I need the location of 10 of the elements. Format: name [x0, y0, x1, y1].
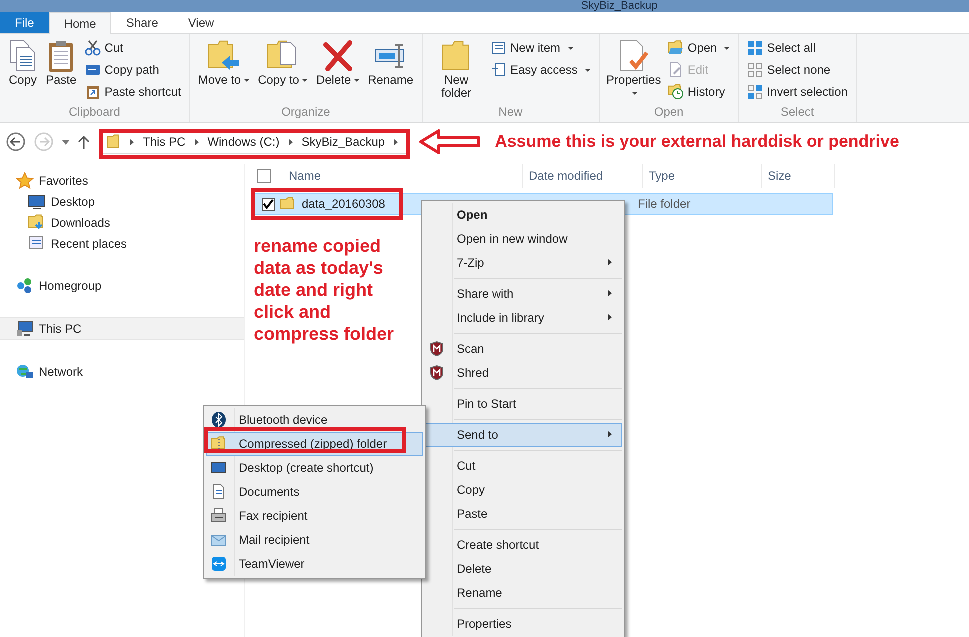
group-label: Organize [280, 105, 332, 121]
group-label: New [498, 105, 524, 121]
annotation-text: Assume this is your external harddisk or pendrive [495, 132, 900, 152]
file-name: data_20160308 [302, 197, 386, 211]
window-title: SkyBiz_Backup [581, 0, 658, 12]
group-label: Open [653, 105, 685, 121]
annotation-text: rename copied data as today's date and right click and compress folder [254, 235, 396, 345]
group-label: Select [780, 105, 816, 121]
file-type: File folder [638, 197, 691, 211]
group-label: Clipboard [68, 105, 122, 121]
